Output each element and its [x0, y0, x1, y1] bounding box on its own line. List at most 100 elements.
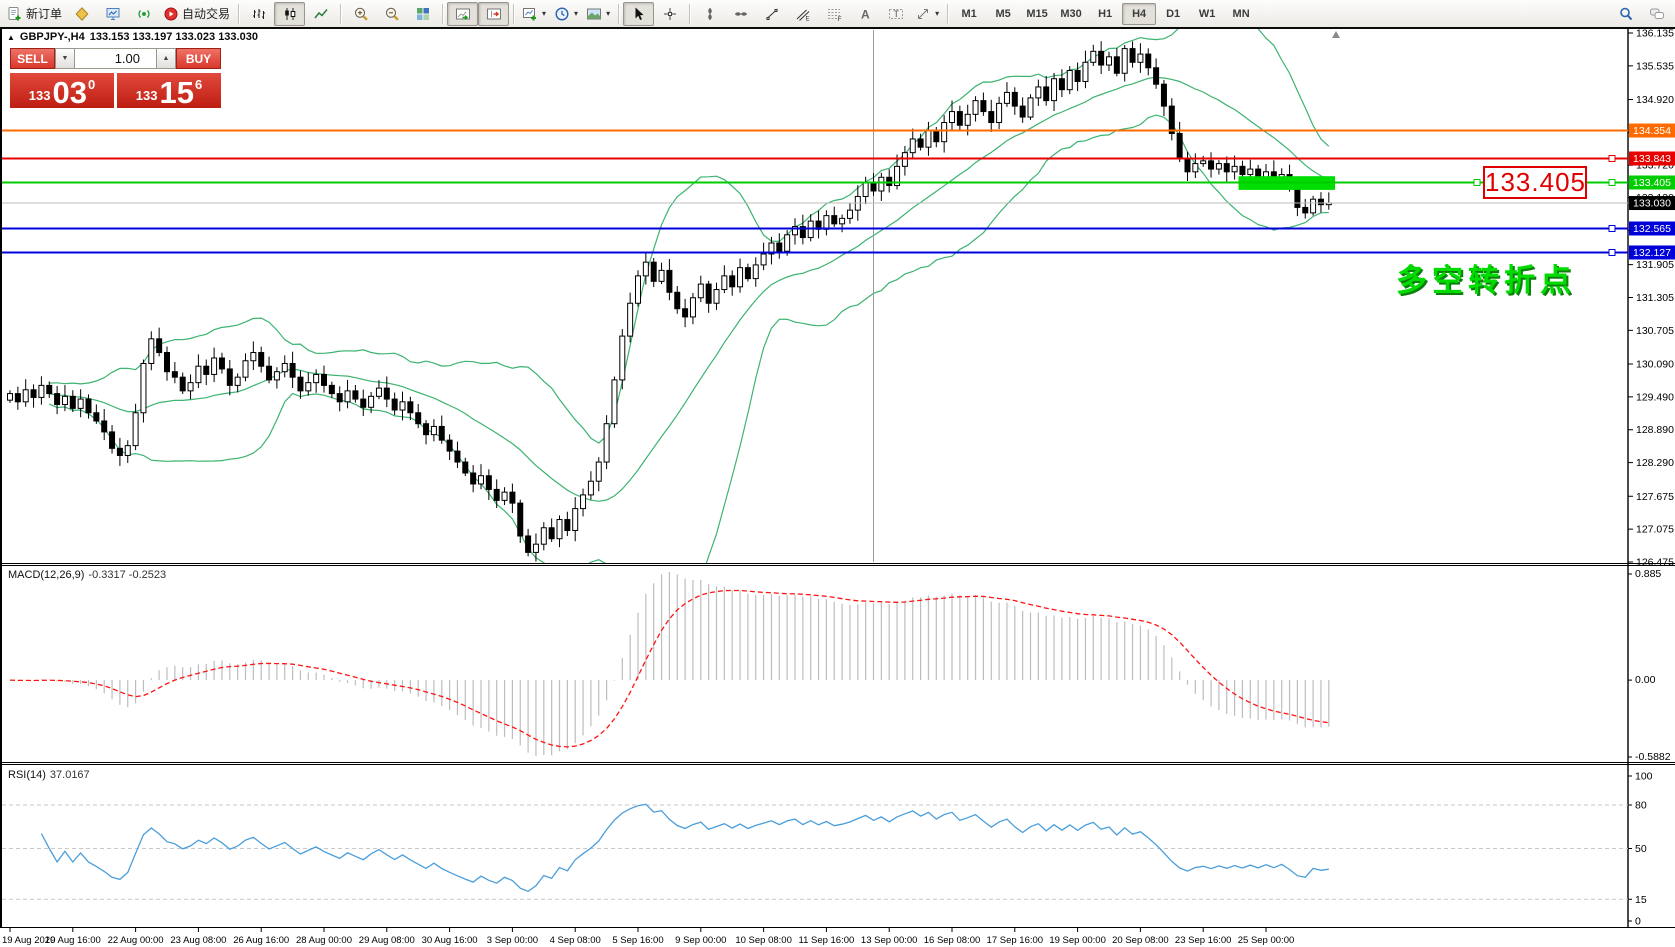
- timeframe-w1-button[interactable]: W1: [1190, 3, 1224, 25]
- candle-body: [862, 182, 869, 197]
- auto-trading-button[interactable]: 自动交易: [159, 2, 234, 26]
- cursor-button[interactable]: [623, 1, 655, 26]
- candle-body: [1184, 157, 1191, 173]
- candle-body: [1239, 165, 1246, 176]
- volume-increase-button[interactable]: ▲: [156, 48, 176, 69]
- macd-axis-label: 0.00: [1635, 674, 1656, 686]
- zoom-in-button[interactable]: [345, 2, 376, 26]
- time-axis-label: 30 Aug 16:00: [422, 935, 478, 946]
- horizontal-line-button[interactable]: [725, 2, 756, 26]
- label-button[interactable]: T: [880, 2, 911, 26]
- timeframe-h1-button-label: H1: [1098, 7, 1113, 20]
- candle-body: [38, 384, 45, 398]
- search-button[interactable]: [1610, 2, 1641, 26]
- auto-scroll-button[interactable]: [447, 1, 479, 26]
- market-watch-button[interactable]: [97, 2, 128, 26]
- svg-text:T: T: [893, 9, 899, 19]
- candle-body: [1051, 78, 1058, 102]
- candle-body: [776, 242, 783, 252]
- shapes-button[interactable]: ▾: [911, 2, 943, 26]
- cursor-icon: [631, 6, 647, 22]
- time-axis-label: 23 Aug 08:00: [170, 935, 226, 946]
- toolbar-separator: [947, 3, 949, 24]
- candle-body: [321, 373, 327, 386]
- candle-body: [1223, 163, 1230, 173]
- price-axis-tick-label: 127.075: [1636, 524, 1674, 536]
- candle-body: [352, 390, 359, 400]
- timeframe-m1-button[interactable]: M1: [952, 3, 986, 25]
- candle-body: [1160, 83, 1167, 107]
- timeframe-h4-button[interactable]: H4: [1122, 2, 1157, 25]
- trendline-button[interactable]: [756, 2, 787, 26]
- turning-point-annotation[interactable]: 多空转折点: [1396, 255, 1576, 300]
- candle-body: [619, 335, 626, 381]
- line-chart-button[interactable]: [305, 2, 336, 26]
- candle-body: [407, 401, 414, 414]
- candle-body: [375, 387, 382, 397]
- candle-body: [430, 425, 437, 436]
- bar-chart-button[interactable]: [243, 2, 274, 26]
- zoom-out-button[interactable]: [376, 2, 407, 26]
- timeframe-d1-button[interactable]: D1: [1156, 3, 1190, 25]
- price-axis-tick-label: 128.290: [1636, 457, 1674, 469]
- period-button[interactable]: ▾: [550, 2, 582, 26]
- line-anchor-marker[interactable]: [1608, 155, 1616, 163]
- tile-windows-button[interactable]: [407, 2, 438, 26]
- collapse-arrow-icon[interactable]: ▲: [7, 33, 15, 42]
- channel-button[interactable]: E: [787, 2, 818, 26]
- new-order-button-label: 新订单: [26, 7, 63, 21]
- chart-background: [0, 29, 1675, 947]
- new-order-button[interactable]: 新订单: [3, 2, 66, 26]
- toolbar-separator: [238, 3, 240, 24]
- new-chart-button[interactable]: ▾: [518, 2, 550, 26]
- price-annotation-box[interactable]: 133.405: [1483, 166, 1587, 199]
- timeframe-m5-button[interactable]: M5: [986, 3, 1020, 25]
- candle-body: [54, 393, 61, 406]
- sell-button[interactable]: SELL: [10, 48, 55, 69]
- fibonacci-button[interactable]: F: [818, 2, 849, 26]
- auto-trading-button-label: 自动交易: [182, 7, 231, 21]
- indicators-button[interactable]: [66, 2, 97, 26]
- timeframe-mn-button[interactable]: MN: [1224, 3, 1258, 25]
- candle-body: [1153, 67, 1160, 85]
- volume-decrease-button[interactable]: ▼: [55, 48, 75, 69]
- candle-body: [1208, 160, 1215, 170]
- rsi-axis-label: 50: [1635, 843, 1647, 855]
- chart-shift-button[interactable]: [478, 1, 510, 26]
- price-axis-tick-label: 131.905: [1636, 259, 1674, 271]
- macd-name: MACD(12,26,9): [8, 569, 85, 581]
- line-anchor-marker[interactable]: [1608, 224, 1616, 232]
- candle-body: [988, 111, 995, 124]
- candle-body: [297, 376, 304, 392]
- candle-body: [972, 100, 979, 115]
- buy-button[interactable]: BUY: [176, 48, 221, 69]
- crosshair-button[interactable]: [654, 2, 685, 26]
- rsi-name: RSI(14): [8, 769, 46, 781]
- buy-price-button[interactable]: 133 15 6: [117, 73, 221, 108]
- candle-body: [344, 390, 351, 403]
- price-axis-tick-label: 130.705: [1636, 325, 1674, 337]
- candle-body: [509, 491, 516, 504]
- template-button[interactable]: ▾: [582, 2, 614, 26]
- timeframe-m30-button[interactable]: M30: [1054, 3, 1088, 25]
- candle-body: [281, 362, 288, 373]
- candle-body: [124, 445, 131, 456]
- line-anchor-marker[interactable]: [1608, 248, 1616, 256]
- candle-body: [721, 275, 728, 291]
- timeframe-m15-button[interactable]: M15: [1020, 3, 1054, 25]
- text-button[interactable]: A: [849, 2, 880, 26]
- candlestick-chart-button[interactable]: [274, 1, 306, 26]
- timeframe-h1-button[interactable]: H1: [1088, 3, 1122, 25]
- candle-body: [1098, 50, 1105, 66]
- line-anchor-marker[interactable]: [1473, 178, 1481, 186]
- vertical-line-button[interactable]: [694, 2, 725, 26]
- candle-body: [1247, 168, 1254, 176]
- signals-button[interactable]: [128, 2, 159, 26]
- volume-input[interactable]: 1.00: [75, 48, 156, 69]
- candle-body: [682, 308, 689, 318]
- line-anchor-marker[interactable]: [1608, 178, 1616, 186]
- candle-body: [116, 447, 123, 456]
- chat-button[interactable]: [1641, 2, 1672, 26]
- sell-price-button[interactable]: 133 03 0: [10, 73, 114, 108]
- candle-body: [564, 519, 571, 531]
